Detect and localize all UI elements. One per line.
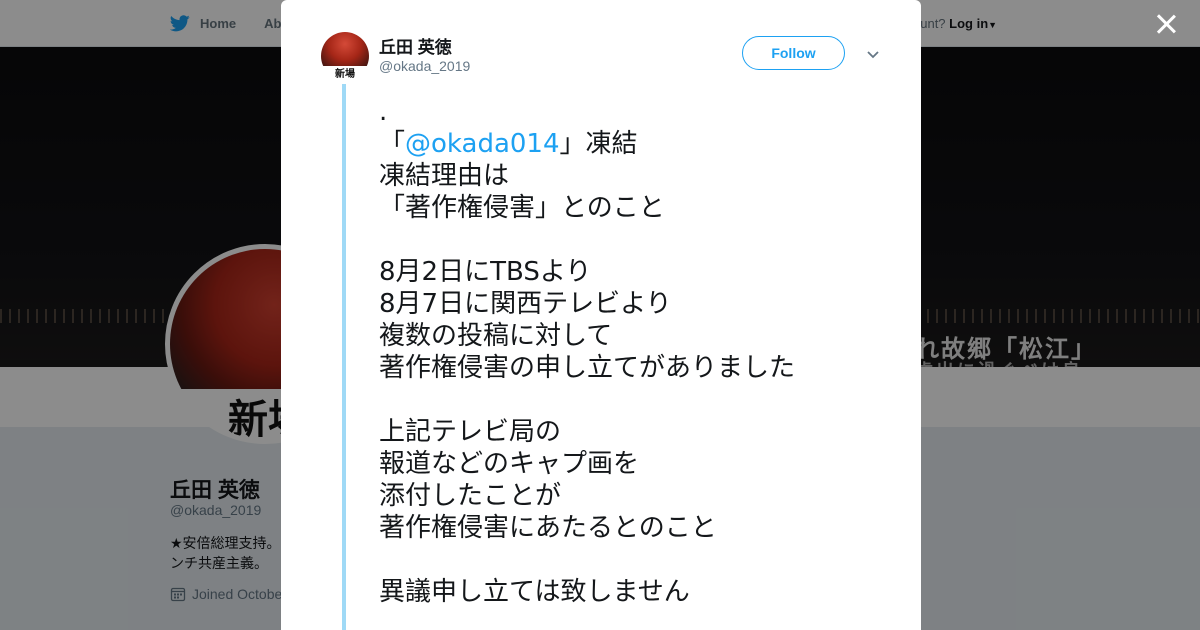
tweet-modal: 新場 丘田 英徳 @okada_2019 Follow . 「@okada014… bbox=[281, 0, 921, 630]
open-bracket: 「 bbox=[379, 129, 406, 159]
tweet-author-name[interactable]: 丘田 英徳 bbox=[379, 33, 452, 58]
avatar-text: 新場 bbox=[335, 69, 355, 80]
follow-button[interactable]: Follow bbox=[742, 36, 845, 70]
thread-line bbox=[342, 84, 346, 630]
close-icon[interactable] bbox=[1152, 10, 1180, 38]
frozen-text: 」凍結 bbox=[559, 129, 638, 159]
mention-link[interactable]: @okada014 bbox=[405, 129, 560, 159]
chevron-down-icon[interactable] bbox=[863, 44, 883, 64]
tweet-dot: . bbox=[379, 97, 388, 127]
tweet-author-handle[interactable]: @okada_2019 bbox=[379, 58, 470, 74]
umbrella-image bbox=[321, 32, 369, 66]
tweet-text: . 「@okada014」凍結 凍結理由は 「著作権侵害」とのこと 8月2日にT… bbox=[379, 96, 889, 608]
tweet-body: 凍結理由は 「著作権侵害」とのこと 8月2日にTBSより 8月7日に関西テレビよ… bbox=[379, 161, 796, 607]
tweet-author-avatar[interactable]: 新場 bbox=[321, 32, 369, 80]
